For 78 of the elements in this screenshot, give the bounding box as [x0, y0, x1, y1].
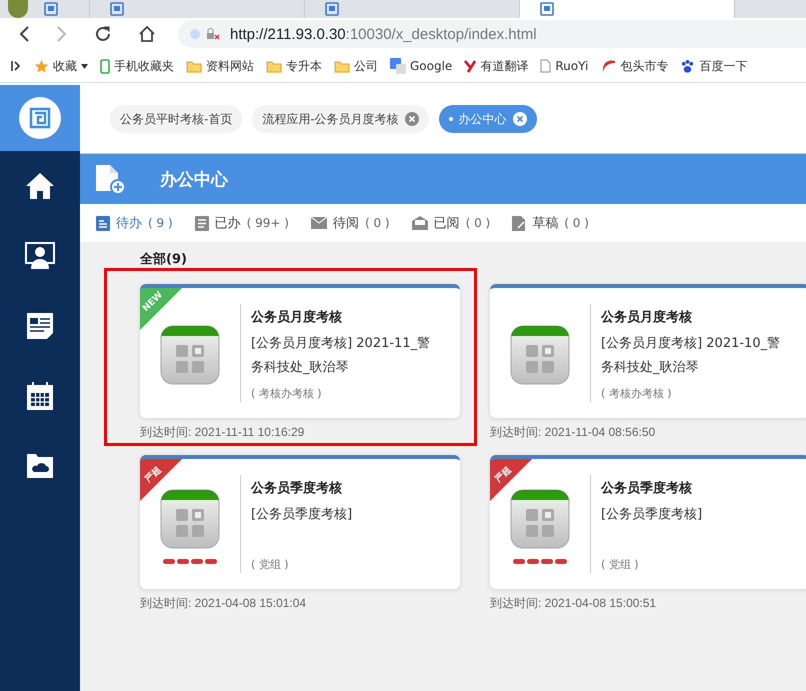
bookmark[interactable]: 包头市专 — [600, 58, 668, 74]
app-grid-icon — [160, 325, 220, 385]
star-icon — [34, 58, 49, 74]
card-description: [公务员月度考核] 2021-10_警务科技处_耿治琴 — [601, 335, 781, 377]
task-card[interactable]: 公务员月度考核 [公务员月度考核] 2021-10_警务科技处_耿治琴 ( 考核办考核 ) — [490, 284, 806, 418]
sidebar-toggle-icon[interactable] — [10, 59, 22, 73]
newspaper-icon[interactable] — [26, 312, 54, 340]
card-note: ( 党组 ) — [601, 557, 640, 572]
arrival-time: 到达时间: 2021-04-08 15:00:51 — [490, 595, 658, 612]
card-description: [公务员月度考核] 2021-11_警务科技处_耿治琴 — [251, 335, 431, 377]
bookmark[interactable]: 资料网站 — [186, 58, 254, 74]
bookmark[interactable]: RuoYi — [540, 59, 588, 73]
card-note: ( 考核办考核 ) — [251, 386, 323, 401]
home-icon[interactable] — [25, 172, 55, 200]
checklist-icon — [96, 216, 110, 230]
arrival-time: 到达时间: 2021-11-11 10:16:29 — [140, 424, 306, 441]
address-field[interactable]: http://211.93.0.30:10030/x_desktop/index.html — [178, 20, 806, 48]
swoosh-icon — [600, 59, 616, 73]
page-icon — [325, 2, 339, 16]
filter-tab[interactable]: 已阅 ( 0 ) — [412, 214, 490, 232]
bookmark[interactable]: 收藏 — [34, 58, 88, 74]
card-title: 公务员季度考核 — [601, 480, 693, 497]
app-grid-icon — [510, 488, 570, 548]
app-grid-icon — [510, 325, 570, 385]
bookmark[interactable]: 手机收藏夹 — [100, 58, 174, 74]
card-description: [公务员季度考核] — [601, 506, 704, 524]
envelope-icon — [310, 217, 327, 229]
document-add-icon — [94, 163, 126, 195]
card-note: ( 党组 ) — [251, 557, 290, 572]
y-logo-icon — [464, 59, 476, 73]
folder-icon — [334, 60, 350, 72]
monitor-person-icon[interactable] — [25, 242, 55, 270]
bookmark[interactable]: 百度一下 — [680, 58, 748, 74]
task-card[interactable]: 严超 公务员季度考核 [公务员季度考核] ( 党组 ) — [490, 455, 806, 589]
task-card[interactable]: 严超 公务员季度考核 [公务员季度考核] ( 党组 ) — [140, 455, 460, 589]
arrival-time: 到达时间: 2021-04-08 15:01:04 — [140, 595, 308, 612]
page-icon — [44, 2, 58, 16]
filter-tab[interactable]: 已办 ( 99+ ) — [194, 214, 289, 232]
pencil-page-icon — [512, 216, 526, 230]
list-icon — [194, 216, 209, 230]
header-title: 办公中心 — [160, 168, 228, 190]
section-title: 全部(9) — [140, 250, 188, 269]
back-icon[interactable] — [18, 25, 30, 43]
folder-icon — [266, 60, 282, 72]
caret-icon — [81, 64, 88, 68]
bookmark[interactable]: 公司 — [334, 58, 378, 74]
page-tab[interactable]: 流程应用-公务员月度考核 — [252, 105, 429, 133]
lock-icon — [188, 27, 222, 41]
card-title: 公务员月度考核 — [601, 308, 693, 326]
filter-tab[interactable]: 草稿 ( 0 ) — [512, 214, 589, 232]
folder-icon — [186, 60, 202, 72]
logo-icon[interactable] — [19, 97, 61, 139]
reload-icon[interactable] — [94, 25, 112, 43]
home-icon[interactable] — [138, 25, 156, 43]
bookmark[interactable]: 专升本 — [266, 58, 322, 74]
phone-icon — [100, 58, 110, 74]
app-grid-icon — [160, 488, 220, 548]
close-icon[interactable] — [512, 112, 527, 126]
bookmark[interactable]: Google — [390, 58, 452, 74]
paw-icon — [680, 58, 696, 74]
translate-icon — [390, 58, 406, 74]
calendar-icon[interactable] — [26, 381, 54, 411]
page-tab[interactable]: 公务员平时考核-首页 — [110, 105, 242, 133]
page-icon — [110, 2, 124, 16]
browser-tab[interactable] — [520, 0, 735, 18]
card-description: [公务员季度考核] — [251, 506, 354, 524]
card-note: ( 考核办考核 ) — [601, 386, 673, 401]
filter-tab[interactable]: 待办 ( 9 ) — [96, 214, 173, 232]
bookmark[interactable]: 有道翻译 — [464, 58, 528, 74]
open-envelope-icon — [412, 216, 428, 230]
card-title: 公务员季度考核 — [251, 480, 343, 497]
filter-tab[interactable]: 待阅 ( 0 ) — [310, 214, 390, 232]
card-title: 公务员月度考核 — [251, 308, 343, 326]
close-icon[interactable] — [404, 112, 419, 126]
page-icon — [540, 59, 552, 73]
cloud-folder-icon[interactable] — [26, 453, 54, 479]
arrival-time: 到达时间: 2021-11-04 08:56:50 — [490, 424, 656, 441]
page-icon — [540, 2, 554, 16]
